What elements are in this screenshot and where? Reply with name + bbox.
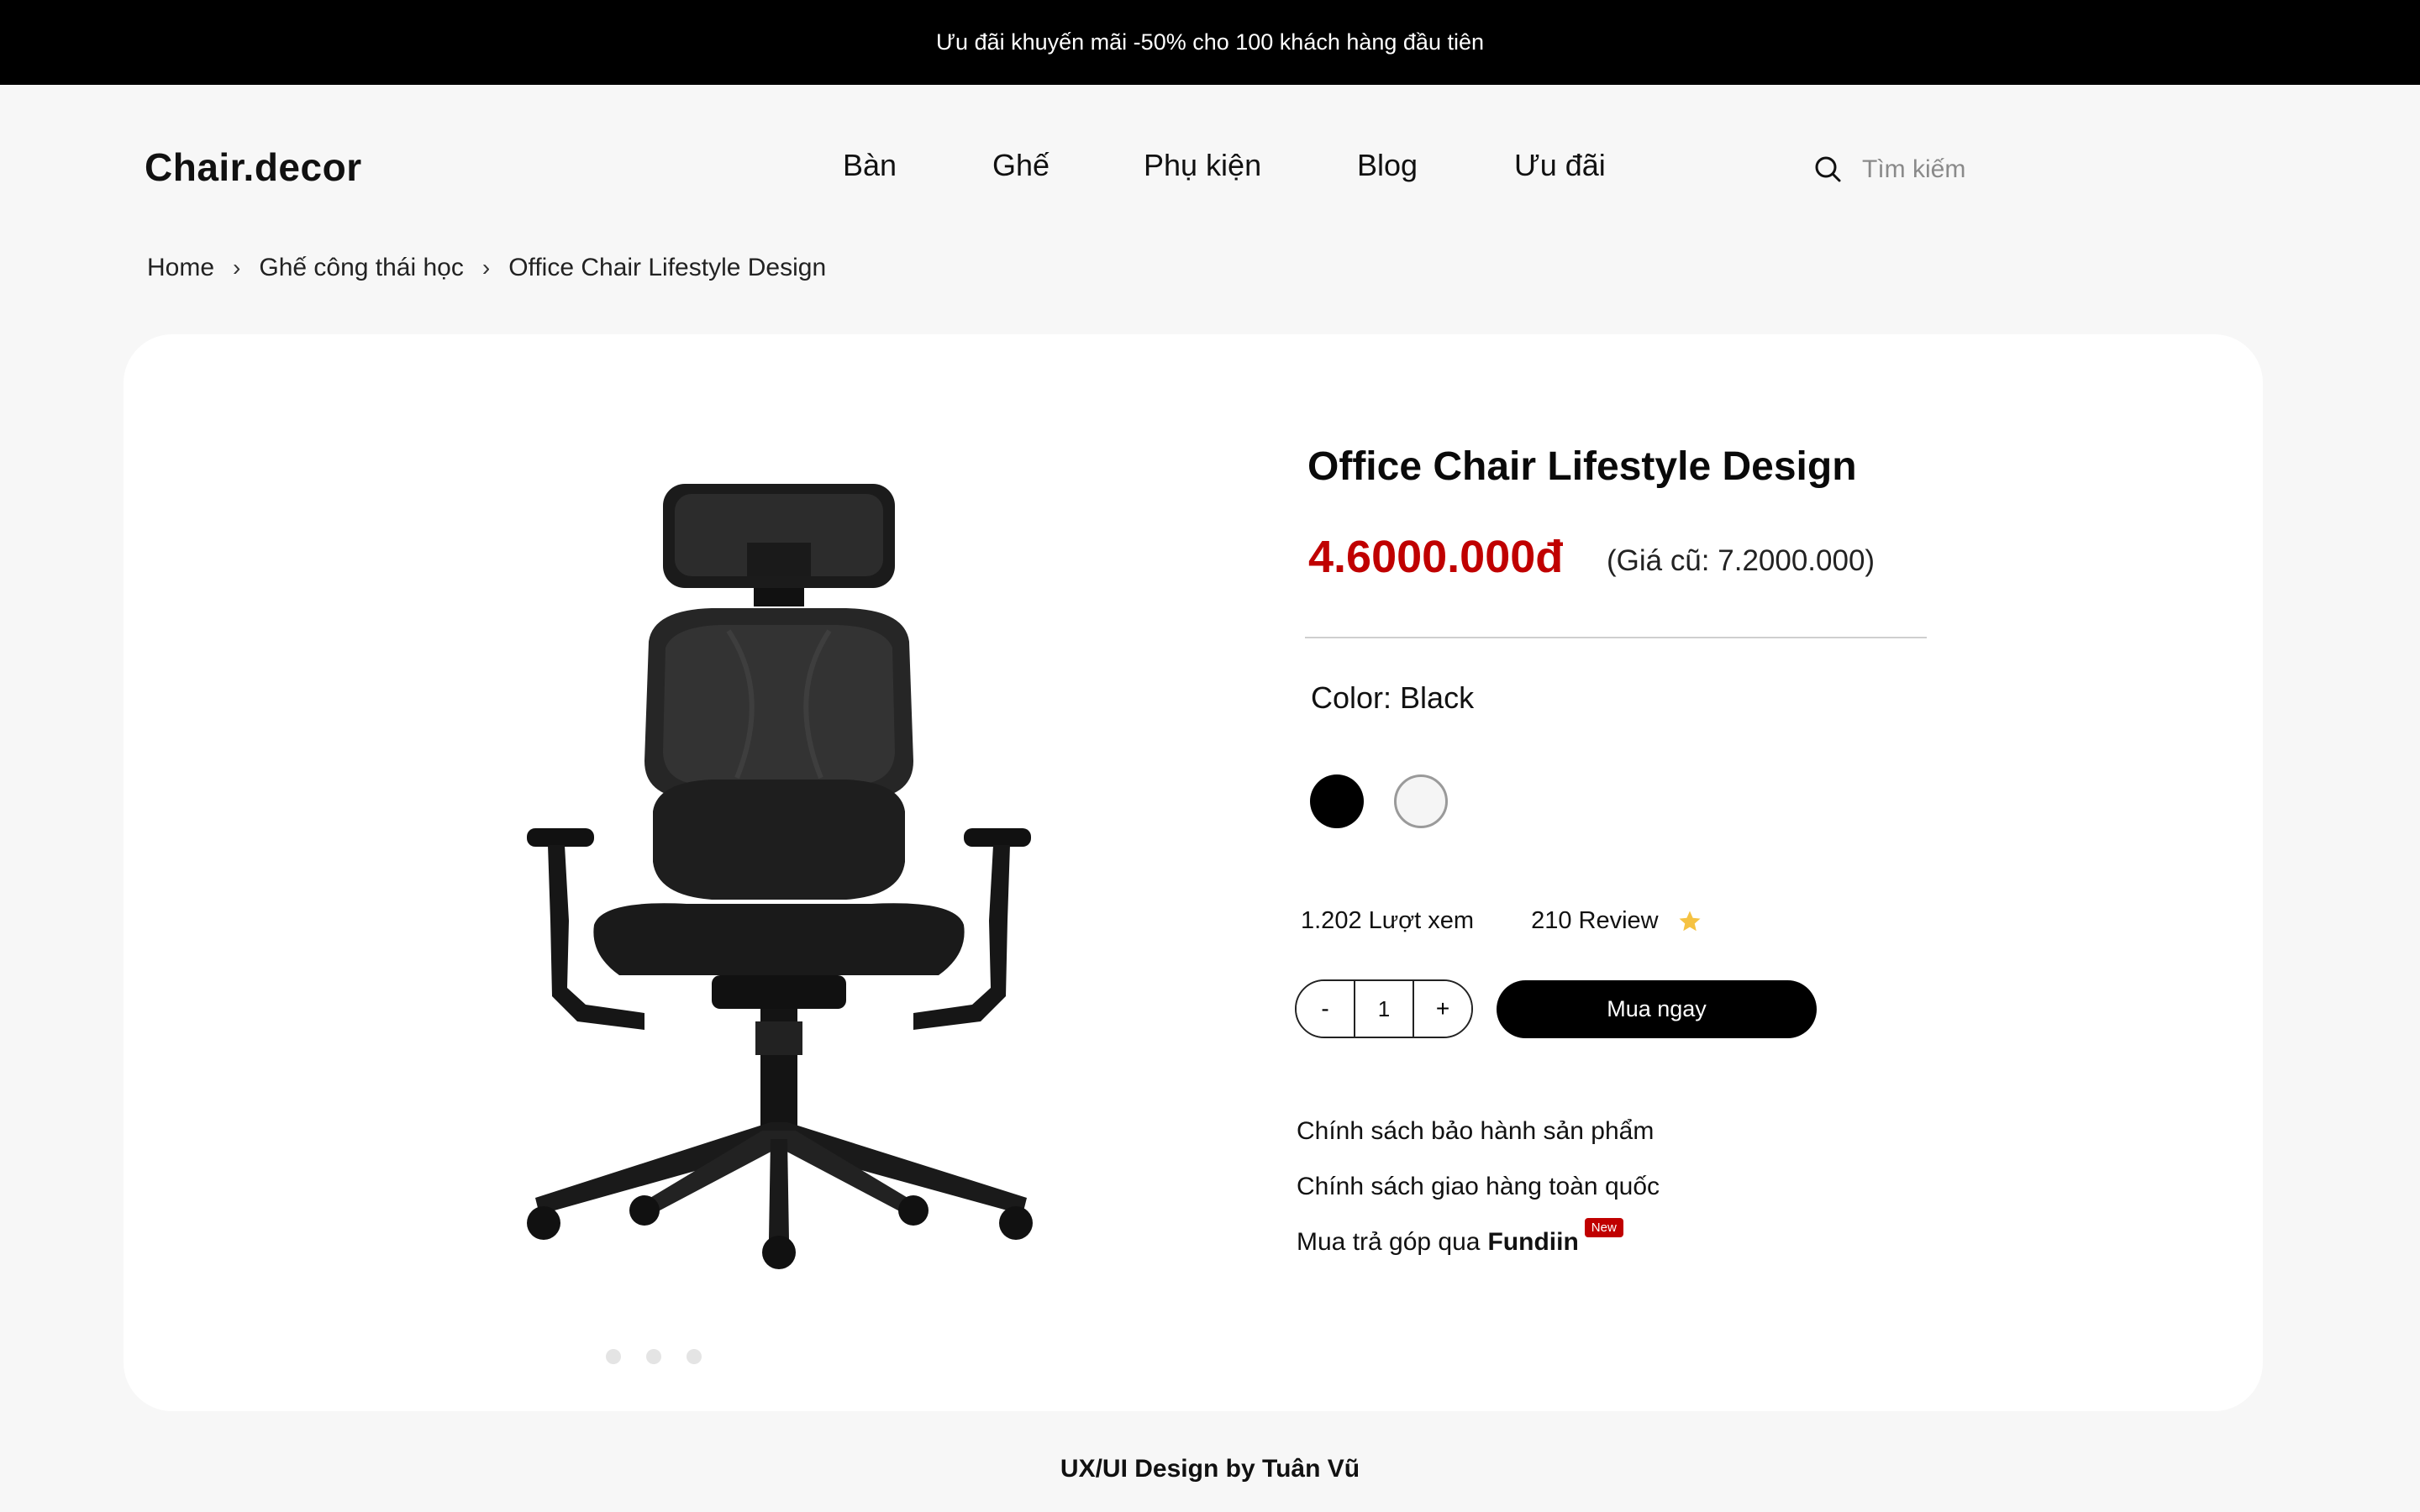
buy-now-button[interactable]: Mua ngay: [1497, 980, 1817, 1038]
quantity-value[interactable]: 1: [1354, 981, 1414, 1037]
footer-credit: UX/UI Design by Tuân Vũ: [1060, 1455, 1360, 1483]
carousel-dot[interactable]: [687, 1349, 702, 1364]
product-card: [124, 334, 2263, 1411]
color-swatch-white[interactable]: [1394, 774, 1448, 828]
color-swatch-black[interactable]: [1310, 774, 1364, 828]
breadcrumb-category[interactable]: Ghế công thái học: [259, 254, 464, 282]
new-badge: New: [1584, 1218, 1623, 1237]
office-chair-image: [527, 484, 1033, 1269]
color-label: Color: Black: [1311, 680, 1475, 715]
quantity-increase-button[interactable]: +: [1414, 981, 1471, 1037]
image-carousel-dots: [606, 1349, 702, 1364]
star-icon: [1679, 911, 1701, 931]
promo-bar: Ưu đãi khuyến mãi -50% cho 100 khách hàn…: [0, 0, 2420, 85]
nav-item-phu-kien[interactable]: Phụ kiện: [1144, 148, 1261, 183]
old-price: (Giá cũ: 7.2000.000): [1607, 544, 1876, 577]
nav-item-ghe[interactable]: Ghế: [992, 148, 1050, 183]
carousel-dot[interactable]: [606, 1349, 621, 1364]
product-title: Office Chair Lifestyle Design: [1307, 444, 1857, 489]
warranty-policy-link[interactable]: Chính sách bảo hành sản phẩm: [1297, 1117, 1654, 1146]
nav-item-ban[interactable]: Bàn: [843, 148, 897, 183]
chevron-right-icon: ›: [233, 255, 241, 281]
search-box: [1812, 150, 2081, 190]
installment-text: Mua trả góp qua: [1297, 1228, 1481, 1256]
shipping-policy-link[interactable]: Chính sách giao hàng toàn quốc: [1297, 1173, 1660, 1201]
installment-link[interactable]: Mua trả góp qua Fundiin New: [1297, 1218, 1623, 1257]
chevron-right-icon: ›: [481, 255, 491, 281]
views-count: 1.202 Lượt xem: [1301, 907, 1475, 934]
reviews-group[interactable]: 210 Review: [1531, 907, 1702, 935]
nav-item-uu-dai[interactable]: Ưu đãi: [1514, 148, 1606, 183]
product-price: 4.6000.000đ: [1308, 532, 1564, 582]
divider: [1305, 637, 1927, 638]
product-stats: 1.202 Lượt xem 210 Review: [1301, 907, 1702, 935]
breadcrumb: Home › Ghế công thái học › Office Chair …: [147, 254, 826, 282]
search-icon[interactable]: [1812, 153, 1845, 186]
quantity-decrease-button[interactable]: -: [1297, 981, 1354, 1037]
site-logo[interactable]: Chair.decor: [145, 144, 362, 190]
breadcrumb-home[interactable]: Home: [147, 254, 214, 282]
quantity-stepper: - 1 +: [1295, 979, 1473, 1038]
search-input[interactable]: [1862, 155, 2081, 184]
breadcrumb-current: Office Chair Lifestyle Design: [508, 254, 827, 281]
installment-brand: Fundiin: [1487, 1228, 1579, 1256]
reviews-count: 210 Review: [1531, 907, 1659, 934]
carousel-dot[interactable]: [646, 1349, 661, 1364]
promo-text: Ưu đãi khuyến mãi -50% cho 100 khách hàn…: [936, 29, 1484, 55]
nav-item-blog[interactable]: Blog: [1357, 148, 1418, 183]
